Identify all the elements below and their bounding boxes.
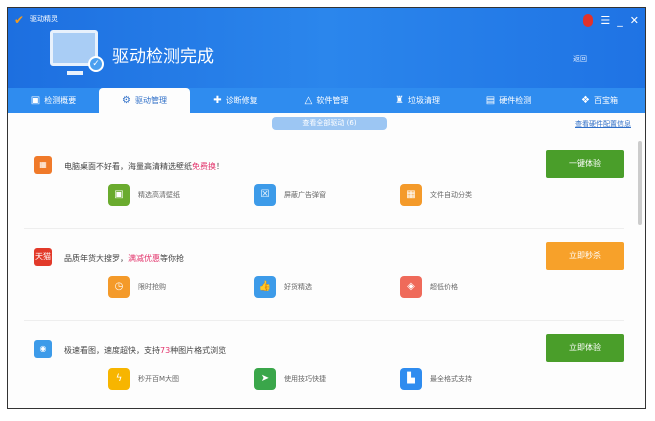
close-icon[interactable]: ✕ (630, 14, 639, 27)
gear-icon: ⚙ (122, 95, 131, 106)
promo-icon: ◉ (34, 340, 52, 358)
divider (24, 228, 624, 229)
header: ✔ 驱动精灵 ✓ 驱动检测完成 返回 ☰ _ ✕ (8, 8, 645, 88)
tab-4[interactable]: ♜ 垃圾清理 (372, 88, 463, 113)
tab-label: 软件管理 (316, 96, 349, 105)
feature-icon: ◷ (108, 276, 130, 298)
tab-2[interactable]: ✚ 诊断修复 (190, 88, 281, 113)
feature-item[interactable]: 👍 好货精选 (254, 276, 400, 298)
feature-item[interactable]: ◈ 超低价格 (400, 276, 546, 298)
tab-label: 硬件检测 (499, 96, 532, 105)
feature-icon: ▣ (108, 184, 130, 206)
promo-action-button[interactable]: 立即秒杀 (546, 242, 624, 270)
feature-icon: 👍 (254, 276, 276, 298)
promo-row: ▦ 电脑桌面不好看，海量高清精选壁纸免费换！ 一键体验 ▣ 精选高清壁纸 ☒ 屏蔽广告… (24, 150, 624, 240)
feature-label: 好货精选 (284, 283, 312, 291)
feature-item[interactable]: ▦ 文件自动分类 (400, 184, 546, 206)
app-title: 驱动精灵 (30, 15, 58, 23)
tab-6[interactable]: ❖ 百宝箱 (554, 88, 645, 113)
feature-label: 精选高清壁纸 (138, 191, 180, 199)
tab-bar: ▣ 检测概要 ⚙ 驱动管理 ✚ 诊断修复 △ 软件管理 ♜ 垃圾清理 ▤ 硬件检测 ❖ 百宝箱 (8, 88, 645, 113)
status-title: 驱动检测完成 (112, 47, 214, 67)
app-window: ✔ 驱动精灵 ✓ 驱动检测完成 返回 ☰ _ ✕ ▣ 检测概要 ⚙ 驱动管理 ✚ 诊断修复… (7, 7, 646, 409)
feature-label: 超低价格 (430, 283, 458, 291)
promo-icon: 天猫 (34, 248, 52, 266)
feature-icon: ▙ (400, 368, 422, 390)
promo-description: 电脑桌面不好看，海量高清精选壁纸免费换！ (64, 162, 224, 171)
repair-icon: ✚ (213, 95, 222, 106)
feature-icon: ◈ (400, 276, 422, 298)
tab-label: 百宝箱 (593, 96, 618, 105)
promo-description: 品质年货大搜罗，满减优惠等你抢 (64, 254, 184, 263)
promo-action-button[interactable]: 立即体验 (546, 334, 624, 362)
feature-icon: ▦ (400, 184, 422, 206)
tab-1[interactable]: ⚙ 驱动管理 (99, 88, 190, 113)
tab-label: 垃圾清理 (407, 96, 440, 105)
promo-action-button[interactable]: 一键体验 (546, 150, 624, 178)
minimize-icon[interactable]: _ (617, 14, 623, 27)
tab-label: 检测概要 (44, 96, 77, 105)
feature-icon: ➤ (254, 368, 276, 390)
feature-label: 使用技巧快捷 (284, 375, 326, 383)
feature-icon: ☒ (254, 184, 276, 206)
tab-label: 诊断修复 (225, 96, 258, 105)
feature-label: 屏蔽广告弹窗 (284, 191, 326, 199)
divider (24, 320, 624, 321)
promo-icon: ▦ (34, 156, 52, 174)
feature-label: 最全格式支持 (430, 375, 472, 383)
feature-item[interactable]: ◷ 限时抢购 (108, 276, 254, 298)
scrollbar[interactable] (638, 141, 642, 225)
software-icon: △ (304, 95, 313, 106)
logo-icon: ✔ (14, 13, 25, 27)
menu-icon[interactable]: ☰ (600, 14, 610, 27)
feature-item[interactable]: ▙ 最全格式支持 (400, 368, 546, 390)
feature-item[interactable]: ϟ 秒开百M大图 (108, 368, 254, 390)
feature-label: 秒开百M大图 (138, 375, 180, 383)
feature-label: 限时抢购 (138, 283, 166, 291)
broom-icon: ♜ (395, 95, 404, 106)
promo-row: ◉ 极速看图，速度超快，支持73种图片格式浏览 立即体验 ϟ 秒开百M大图 ➤ 使用技… (24, 334, 624, 408)
mouse-icon[interactable] (583, 14, 594, 27)
feature-item[interactable]: ☒ 屏蔽广告弹窗 (254, 184, 400, 206)
hardware-info-link[interactable]: 查看硬件配置信息 (575, 119, 631, 129)
check-icon: ✓ (88, 56, 104, 72)
feature-icon: ϟ (108, 368, 130, 390)
report-icon: ▣ (30, 95, 41, 106)
promo-description: 极速看图，速度超快，支持73种图片格式浏览 (64, 346, 227, 355)
feature-item[interactable]: ▣ 精选高清壁纸 (108, 184, 254, 206)
feature-label: 文件自动分类 (430, 191, 472, 199)
tab-0[interactable]: ▣ 检测概要 (8, 88, 99, 113)
tab-5[interactable]: ▤ 硬件检测 (463, 88, 554, 113)
view-all-drivers-button[interactable]: 查看全部驱动 (6) (272, 117, 387, 130)
promo-row: 天猫 品质年货大搜罗，满减优惠等你抢 立即秒杀 ◷ 限时抢购 👍 好货精选 ◈ 超低价格 (24, 242, 624, 332)
feature-item[interactable]: ➤ 使用技巧快捷 (254, 368, 400, 390)
chart-icon: ▤ (485, 95, 496, 106)
back-link[interactable]: 返回 (573, 54, 587, 64)
tab-3[interactable]: △ 软件管理 (281, 88, 372, 113)
box-icon: ❖ (581, 95, 590, 106)
tab-label: 驱动管理 (134, 96, 167, 105)
